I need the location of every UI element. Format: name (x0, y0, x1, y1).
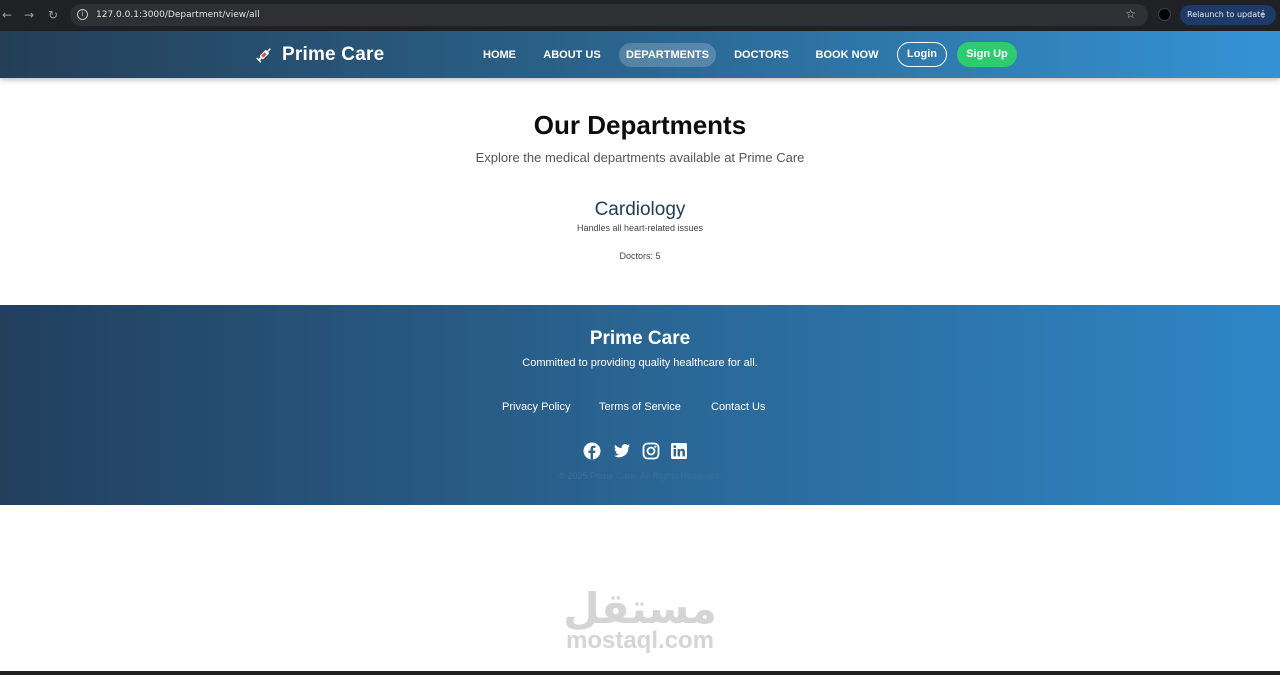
nav-departments[interactable]: DEPARTMENTS (619, 43, 716, 67)
more-menu-icon[interactable]: ⋮ (1258, 5, 1268, 25)
mostaql-watermark: مستقل mostaql.com (555, 584, 725, 664)
forward-icon[interactable]: → (22, 8, 36, 22)
site-footer: Prime Care Committed to providing qualit… (0, 305, 1280, 505)
facebook-icon[interactable] (583, 442, 601, 460)
terms-of-service-link[interactable]: Terms of Service (599, 400, 681, 414)
taskbar-edge (0, 671, 1280, 675)
department-card: Cardiology Handles all heart-related iss… (0, 198, 1280, 262)
page-title: Our Departments (533, 110, 747, 140)
nav-about-us[interactable]: ABOUT US (538, 43, 606, 67)
reload-icon[interactable]: ↻ (46, 8, 60, 22)
department-description: Handles all heart-related issues (576, 223, 704, 233)
footer-links: Privacy Policy Terms of Service Contact … (0, 400, 1280, 414)
nav-book-now[interactable]: BOOK NOW (810, 43, 884, 67)
page-subtitle: Explore the medical departments availabl… (475, 150, 805, 165)
linkedin-icon[interactable] (670, 442, 688, 460)
site-header: Prime Care HOME ABOUT US DEPARTMENTS DOC… (0, 31, 1280, 78)
relaunch-button[interactable]: Relaunch to update ⋮ (1180, 5, 1276, 25)
nav-doctors[interactable]: DOCTORS (729, 43, 794, 67)
back-icon[interactable]: ← (0, 8, 14, 22)
twitter-icon[interactable] (613, 442, 631, 460)
contact-us-link[interactable]: Contact Us (711, 400, 765, 414)
url-text[interactable]: 127.0.0.1:3000/Department/view/all (96, 8, 260, 22)
privacy-policy-link[interactable]: Privacy Policy (502, 400, 570, 414)
browser-toolbar: ← → ↻ i 127.0.0.1:3000/Department/view/a… (0, 0, 1280, 31)
department-doctor-count: Doctors: 5 (619, 251, 661, 261)
copyright-text: © 2025 Prime Care. All Rights Reserved. (558, 471, 722, 481)
footer-tagline: Committed to providing quality healthcar… (522, 357, 758, 369)
watermark-latin: mostaql.com (565, 627, 715, 654)
address-bar[interactable]: i 127.0.0.1:3000/Department/view/all ☆ (70, 4, 1148, 26)
login-button[interactable]: Login (897, 42, 947, 67)
relaunch-label: Relaunch to update (1187, 10, 1266, 19)
nav-home[interactable]: HOME (477, 43, 522, 67)
footer-title: Prime Care (589, 328, 691, 349)
instagram-icon[interactable] (642, 442, 660, 460)
main-nav: HOME ABOUT US DEPARTMENTS DOCTORS BOOK N… (0, 43, 1280, 67)
site-info-icon[interactable]: i (77, 9, 88, 20)
department-name: Cardiology (594, 199, 686, 220)
signup-button[interactable]: Sign Up (957, 42, 1017, 67)
profile-avatar[interactable] (1158, 8, 1171, 21)
bookmark-star-icon[interactable]: ☆ (1125, 7, 1136, 21)
